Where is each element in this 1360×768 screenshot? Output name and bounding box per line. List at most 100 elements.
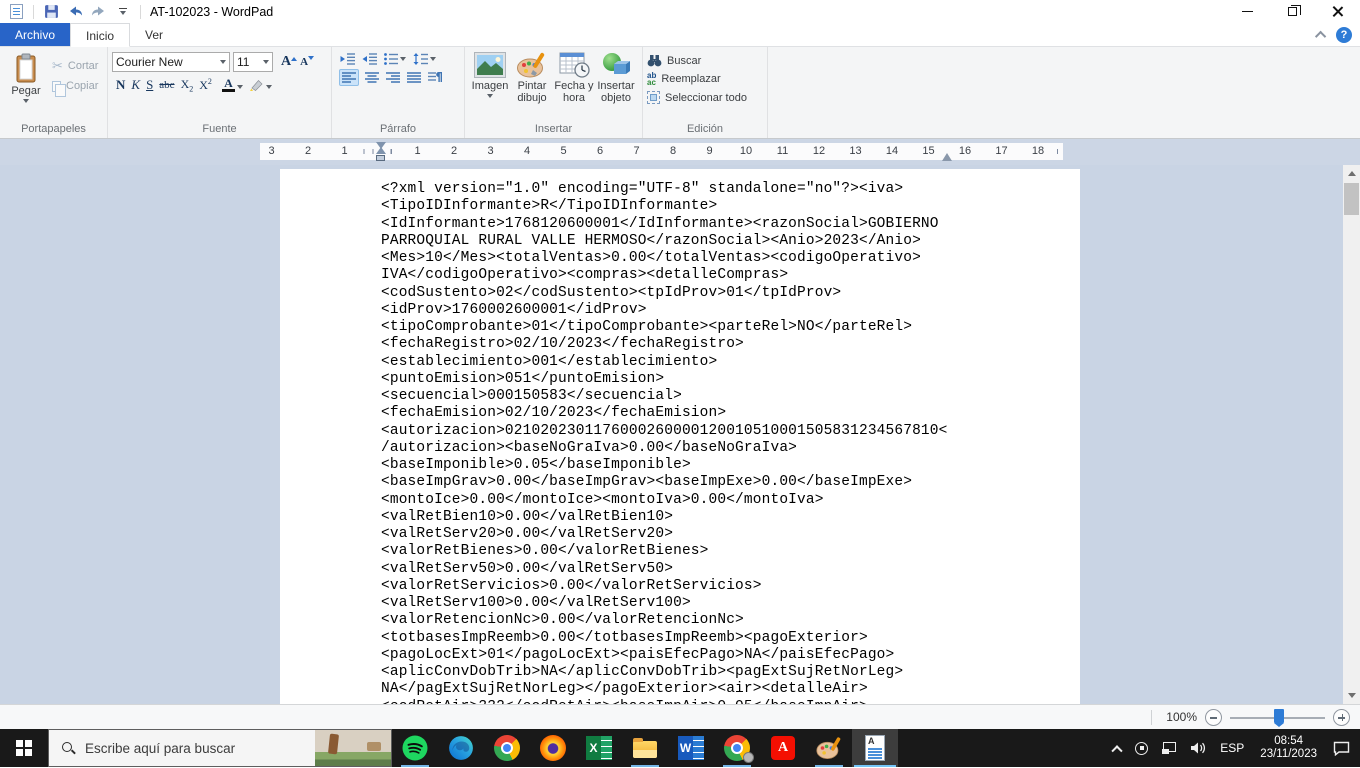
taskbar-acrobat[interactable]: A [760,729,806,767]
document-line: <valRetServ100>0.00</valRetServ100> [381,595,691,611]
taskbar-file-explorer[interactable] [622,729,668,767]
font-family-select[interactable]: Courier New [112,52,230,72]
align-center-icon [365,71,379,83]
font-size-dropdown-icon [263,60,269,64]
wordpad-app-icon[interactable] [6,3,26,21]
increase-indent-button[interactable] [362,53,377,65]
align-center-button[interactable] [365,71,379,83]
paste-button[interactable]: Pegar [4,50,48,103]
superscript-button[interactable]: X2 [199,77,212,93]
tray-expand-button[interactable] [1109,729,1125,767]
customize-qat-button[interactable] [113,3,133,21]
cut-button[interactable]: ✂ Cortar [52,58,98,74]
start-button[interactable] [0,729,48,767]
document-text[interactable]: <?xml version="1.0" encoding="UTF-8" sta… [381,181,948,704]
taskbar-chrome[interactable] [484,729,530,767]
tray-meet-now[interactable] [1131,729,1152,767]
copy-button[interactable]: Copiar [52,80,98,97]
align-left-button[interactable] [339,68,359,86]
bold-button[interactable]: N [116,77,125,93]
shrink-font-button[interactable]: A [300,56,315,68]
document-line: /autorizacion><baseNoGraIva>0.00</baseNo… [381,439,798,456]
italic-button[interactable]: K [131,77,140,93]
document-line: <totbasesImpReemb>0.00</totbasesImpReemb… [381,629,868,646]
tray-volume[interactable] [1186,729,1210,767]
tab-archivo[interactable]: Archivo [0,23,71,46]
underline-button[interactable]: S [146,77,153,93]
clock[interactable]: 08:54 23/11/2023 [1254,729,1323,767]
save-button[interactable] [41,3,61,21]
zoom-slider[interactable] [1230,708,1325,727]
ruler-number: 1 [399,144,436,159]
taskbar-wordpad[interactable]: A [852,729,898,767]
right-indent-marker[interactable] [942,153,952,161]
insert-image-button[interactable]: Imagen [469,50,511,98]
indent-marker[interactable] [376,142,386,161]
vertical-scrollbar[interactable] [1343,165,1360,704]
align-right-button[interactable] [386,71,400,83]
taskbar-search[interactable] [48,729,392,767]
undo-button[interactable] [65,3,85,21]
find-binoculars-icon [647,55,662,67]
taskbar-word[interactable]: W [668,729,714,767]
date-time-button[interactable]: Fecha y hora [553,50,595,104]
select-all-button[interactable]: Seleccionar todo [647,91,747,104]
find-button[interactable]: Buscar [647,54,747,67]
scroll-down-button[interactable] [1343,687,1360,704]
strikethrough-button[interactable]: abc [159,79,174,91]
replace-button[interactable]: ab ac Reemplazar [647,72,747,87]
close-icon [1332,6,1343,17]
line-spacing-button[interactable] [413,53,436,65]
group-label-clipboard: Portapapeles [21,123,86,135]
decrease-indent-button[interactable] [340,53,355,65]
document-page[interactable]: <?xml version="1.0" encoding="UTF-8" sta… [280,169,1080,704]
taskbar-apps: X W A A [392,729,898,767]
scroll-up-button[interactable] [1343,165,1360,182]
zoom-out-button[interactable] [1205,708,1222,726]
taskbar-edge[interactable] [438,729,484,767]
taskbar-spotify[interactable] [392,729,438,767]
volume-icon [1191,742,1206,754]
grow-font-button[interactable]: A [281,54,298,70]
restore-button[interactable] [1270,0,1315,23]
paint-drawing-label: Pintar dibujo [517,80,547,104]
system-tray: ESP 08:54 23/11/2023 [1109,729,1360,767]
ruler-number: 12 [800,144,838,159]
justify-icon [407,71,421,83]
taskbar-paint[interactable] [806,729,852,767]
windows-logo-icon [16,740,32,756]
paint-drawing-button[interactable]: Pintar dibujo [511,50,553,104]
font-color-button[interactable]: A [221,77,243,93]
language-indicator[interactable]: ESP [1216,729,1248,767]
redo-button[interactable] [89,3,109,21]
minimize-button[interactable] [1225,0,1270,23]
tab-inicio[interactable]: Inicio [70,23,131,47]
document-line: <pagoLocExt>01</pagoLocExt><paisEfecPago… [381,646,895,663]
taskbar-excel[interactable]: X [576,729,622,767]
taskbar-firefox[interactable] [530,729,576,767]
justify-button[interactable] [407,71,421,83]
tray-network[interactable] [1158,729,1180,767]
font-size-select[interactable]: 11 [233,52,273,72]
zoom-slider-thumb[interactable] [1274,708,1284,727]
highlight-button[interactable] [249,78,272,92]
scrollbar-thumb[interactable] [1344,183,1359,215]
restore-icon [1288,5,1301,16]
collapse-ribbon-icon[interactable] [1314,30,1327,43]
font-color-dropdown-icon [236,85,243,90]
insert-object-button[interactable]: Insertar objeto [595,50,637,104]
action-center-button[interactable] [1329,729,1354,767]
zoom-in-button[interactable] [1333,708,1350,726]
paragraph-settings-button[interactable] [428,71,443,83]
subscript-button[interactable]: X2 [181,77,194,93]
search-input[interactable] [85,740,285,756]
cut-icon: ✂ [52,58,63,73]
help-button[interactable]: ? [1336,27,1352,43]
document-line: <TipoIDInformante>R</TipoIDInformante> [381,198,718,215]
bullets-button[interactable] [384,53,406,65]
acrobat-icon: A [771,736,795,760]
tab-ver[interactable]: Ver [130,23,178,46]
taskbar-chrome-profile[interactable] [714,729,760,767]
search-highlight-image[interactable] [315,730,391,766]
close-button[interactable] [1315,0,1360,23]
